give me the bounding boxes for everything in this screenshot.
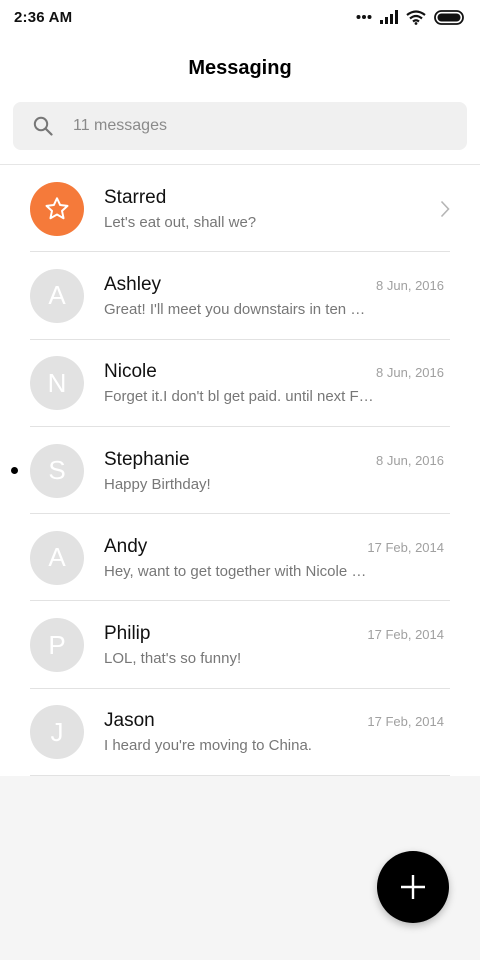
dots-icon xyxy=(356,15,372,19)
battery-icon xyxy=(434,9,464,25)
starred-row[interactable]: Starred Let's eat out, shall we? xyxy=(0,165,480,253)
signal-icon xyxy=(380,10,398,24)
chevron-right-icon xyxy=(440,200,450,217)
message-date: 8 Jun, 2016 xyxy=(376,365,444,381)
star-icon xyxy=(45,196,69,219)
message-preview: Hey, want to get together with Nicole … xyxy=(104,562,367,580)
contact-name: Nicole xyxy=(104,361,157,383)
search-icon xyxy=(33,116,53,136)
conversation-body: Stephanie 8 Jun, 2016 Happy Birthday! xyxy=(104,449,480,493)
conversation-rows: A Ashley 8 Jun, 2016 Great! I'll meet you d… xyxy=(0,252,480,777)
row-divider xyxy=(30,775,450,777)
conversation-top: Ashley 8 Jun, 2016 xyxy=(104,274,444,296)
avatar: N xyxy=(30,356,84,411)
unread-indicator xyxy=(11,467,18,475)
new-message-button[interactable] xyxy=(377,851,449,923)
conversation-row[interactable]: N Nicole 8 Jun, 2016 Forget it.I don't bl g… xyxy=(0,340,480,427)
top-area: 2:36 AM Messaging 11 messages xyxy=(0,0,480,164)
status-time: 2:36 AM xyxy=(14,8,73,26)
message-date: 8 Jun, 2016 xyxy=(376,452,444,468)
avatar: A xyxy=(30,268,84,323)
message-preview: I heard you're moving to China. xyxy=(104,737,312,755)
message-date: 17 Feb, 2014 xyxy=(367,539,444,555)
conversation-top: Philip 17 Feb, 2014 xyxy=(104,623,444,645)
conversation-list: Starred Let's eat out, shall we? A Ashley… xyxy=(0,164,480,777)
message-preview: Forget it.I don't bl get paid. until nex… xyxy=(104,388,374,406)
search-input[interactable] xyxy=(73,117,413,135)
wifi-icon xyxy=(406,9,426,25)
conversation-top: Jason 17 Feb, 2014 xyxy=(104,710,444,732)
status-icons xyxy=(356,9,466,25)
conversation-body: Andy 17 Feb, 2014 Hey, want to get togethe… xyxy=(104,536,480,580)
avatar: S xyxy=(30,443,84,498)
message-date: 8 Jun, 2016 xyxy=(376,277,444,293)
conversation-body: Philip 17 Feb, 2014 LOL, that's so funny! xyxy=(104,623,480,667)
contact-name: Stephanie xyxy=(104,448,190,470)
message-preview: Great! I'll meet you downstairs in ten … xyxy=(104,300,366,318)
avatar: P xyxy=(30,618,84,673)
starred-avatar xyxy=(30,181,84,236)
title-bar: Messaging xyxy=(0,34,480,102)
starred-top: Starred xyxy=(104,187,444,209)
conversation-top: Andy 17 Feb, 2014 xyxy=(104,536,444,558)
contact-name: Ashley xyxy=(104,273,162,295)
conversation-row[interactable]: P Philip 17 Feb, 2014 LOL, that's so funny! xyxy=(0,601,480,689)
conversation-row[interactable]: A Ashley 8 Jun, 2016 Great! I'll meet you d… xyxy=(0,252,480,340)
starred-body: Starred Let's eat out, shall we? xyxy=(104,187,480,231)
page-title: Messaging xyxy=(188,56,292,79)
avatar: J xyxy=(30,705,84,760)
status-bar: 2:36 AM xyxy=(0,0,480,34)
starred-preview: Let's eat out, shall we? xyxy=(104,213,257,231)
conversation-row[interactable]: S Stephanie 8 Jun, 2016 Happy Birthday! xyxy=(0,427,480,515)
avatar: A xyxy=(30,530,84,585)
message-preview: Happy Birthday! xyxy=(104,475,211,493)
conversation-top: Stephanie 8 Jun, 2016 xyxy=(104,449,444,471)
contact-name: Jason xyxy=(104,710,155,732)
message-date: 17 Feb, 2014 xyxy=(367,714,444,730)
conversation-body: Ashley 8 Jun, 2016 Great! I'll meet you do… xyxy=(104,274,480,318)
conversation-top: Nicole 8 Jun, 2016 xyxy=(104,361,444,383)
conversation-row[interactable]: A Andy 17 Feb, 2014 Hey, want to get togeth… xyxy=(0,514,480,602)
message-date: 17 Feb, 2014 xyxy=(367,627,444,643)
contact-name: Philip xyxy=(104,623,151,645)
search-area xyxy=(0,102,480,164)
message-preview: LOL, that's so funny! xyxy=(104,650,242,668)
plus-icon xyxy=(401,875,425,899)
conversation-body: Nicole 8 Jun, 2016 Forget it.I don't bl ge… xyxy=(104,361,480,405)
search-box[interactable] xyxy=(13,102,467,150)
conversation-body: Jason 17 Feb, 2014 I heard you're moving t… xyxy=(104,710,480,754)
contact-name: Andy xyxy=(104,535,148,557)
starred-name: Starred xyxy=(104,186,167,208)
conversation-row[interactable]: J Jason 17 Feb, 2014 I heard you're moving … xyxy=(0,689,480,777)
